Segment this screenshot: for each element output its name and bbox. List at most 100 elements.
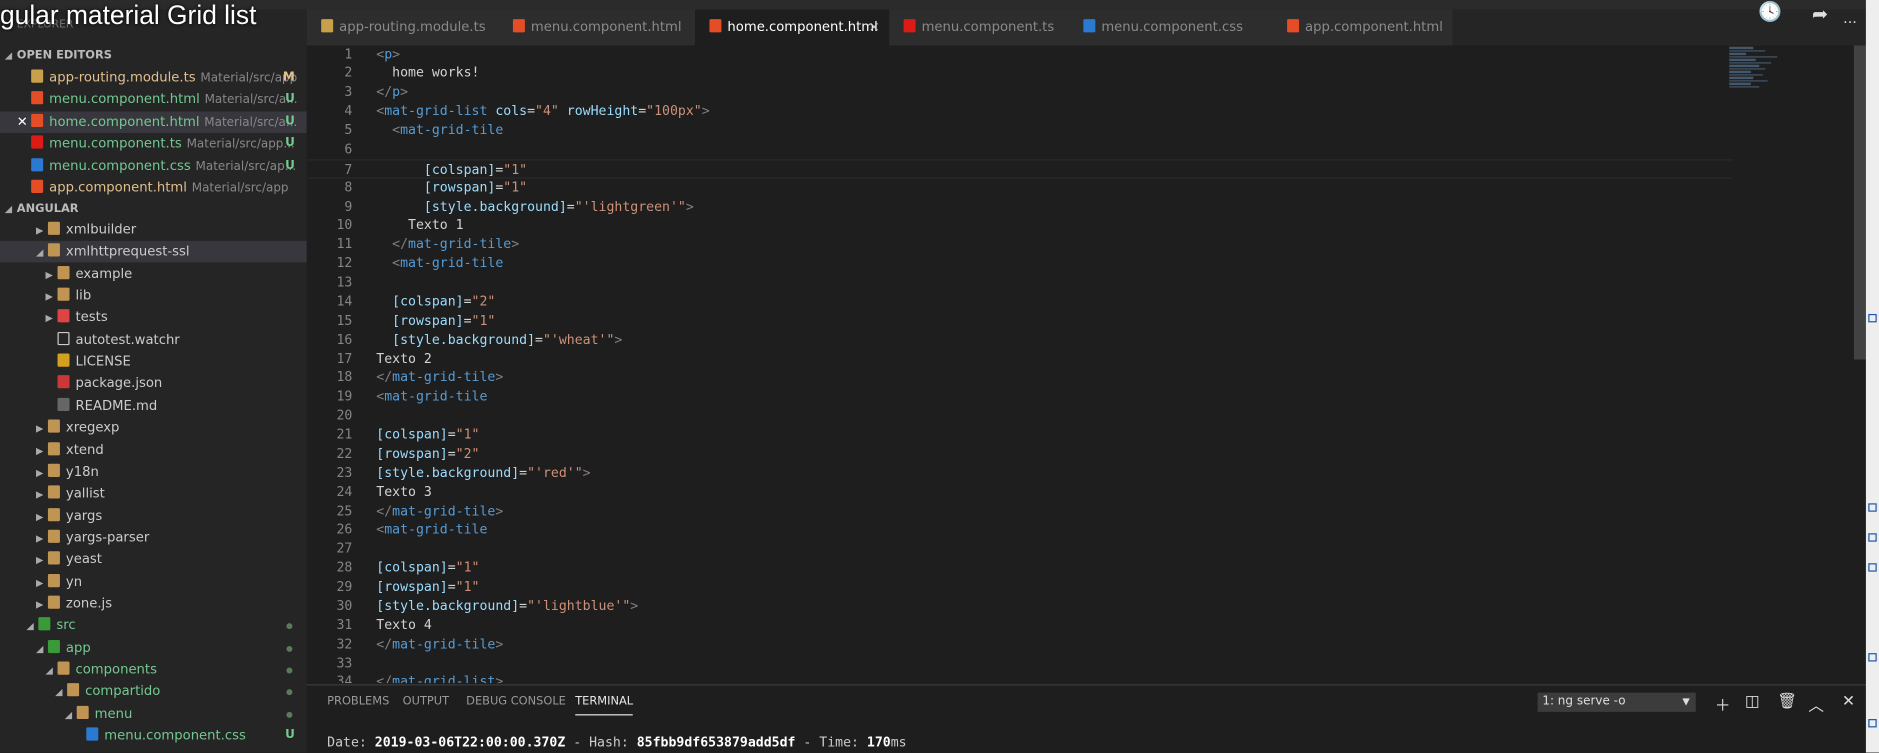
code-line[interactable]: 18 </mat-grid-tile>	[307, 368, 1733, 387]
code-line[interactable]: 5 <mat-grid-tile	[307, 121, 1733, 140]
tree-item-xmlbuilder[interactable]: ▶ xmlbuilder	[0, 219, 307, 241]
close-panel-icon[interactable]: ✕	[1842, 693, 1855, 711]
tab-app-component-html[interactable]: app.component.html	[1272, 9, 1453, 46]
tree-item-license[interactable]: LICENSE	[0, 351, 307, 373]
editor-scrollbar[interactable]	[1853, 45, 1866, 360]
tree-item-yallist[interactable]: ▶ yallist	[0, 483, 307, 505]
code-editor[interactable]: 1 <p> 2 home works! 3 </p> 4 <mat-grid-list co…	[306, 45, 1853, 684]
code-token: <	[392, 255, 401, 271]
tree-item-yargs-parser[interactable]: ▶ yargs-parser	[0, 527, 307, 549]
code-line[interactable]: 21 [colspan]="1"	[307, 425, 1733, 444]
tree-item-src[interactable]: ◢ src	[0, 615, 307, 637]
code-line[interactable]: 19 <mat-grid-tile	[307, 387, 1733, 406]
line-number: 18	[336, 369, 353, 386]
code-line[interactable]: 15 [rowspan]="1"	[307, 311, 1733, 330]
code-line[interactable]: 26 <mat-grid-tile	[307, 521, 1733, 540]
tree-item-readme-md[interactable]: README.md	[0, 395, 307, 417]
tab-app-routing-module-ts[interactable]: app-routing.module.ts	[306, 9, 499, 46]
tree-item-package-json[interactable]: package.json	[0, 373, 307, 395]
tree-item-lib[interactable]: ▶ lib	[0, 285, 307, 307]
new-terminal-icon[interactable]: ＋	[1715, 693, 1731, 715]
code-line[interactable]: 10 Texto 1	[307, 216, 1733, 235]
code-token: Texto 4	[376, 616, 432, 633]
open-editor-item[interactable]: menu.component.ts Material/src/app... U	[0, 133, 307, 155]
code-line[interactable]: 32 </mat-grid-tile>	[307, 635, 1733, 654]
code-line[interactable]: 4 <mat-grid-list cols="4" rowHeight="100p…	[307, 102, 1733, 121]
share-icon[interactable]: ➦	[1812, 2, 1828, 25]
open-editor-item[interactable]: app-routing.module.ts Material/src/app M	[0, 67, 307, 89]
tab-problems[interactable]: PROBLEMS	[327, 695, 389, 708]
tree-item-xregexp[interactable]: ▶ xregexp	[0, 417, 307, 439]
terminal-select[interactable]: 1: ng serve -o ▼	[1537, 692, 1696, 712]
code-line[interactable]: 1 <p>	[307, 46, 1733, 65]
code-line[interactable]: 16 [style.background]="'wheat'">	[307, 330, 1733, 349]
terminal-output[interactable]: Date: 2019-03-06T22:00:00.370Z - Hash: 8…	[327, 735, 906, 751]
tree-item-components[interactable]: ◢ components	[0, 659, 307, 681]
tree-item-app[interactable]: ◢ app	[0, 637, 307, 659]
tab-terminal[interactable]: TERMINAL	[575, 695, 634, 716]
tree-item-yeast[interactable]: ▶ yeast	[0, 549, 307, 571]
code-line[interactable]: 29 [rowspan]="1"	[307, 578, 1733, 597]
split-terminal-icon[interactable]: ◫	[1745, 693, 1760, 711]
maximize-panel-icon[interactable]: ︿	[1808, 693, 1824, 715]
code-line[interactable]: 7 [colspan]="1"	[306, 159, 1733, 179]
open-editors-header[interactable]: ◢ OPEN EDITORS	[0, 46, 307, 68]
chevron-right-icon: ▶	[35, 577, 44, 588]
tree-item-menu-component-css[interactable]: menu.component.css U	[0, 725, 307, 747]
bottom-panel: PROBLEMS OUTPUT DEBUG CONSOLE TERMINAL 1…	[306, 684, 1866, 753]
tree-item-compartido[interactable]: ◢ compartido	[0, 681, 307, 703]
code-line[interactable]: 30 [style.background]="'lightblue'">	[307, 597, 1733, 616]
code-line[interactable]: 24 Texto 3	[307, 483, 1733, 502]
code-line[interactable]: 12 <mat-grid-tile	[307, 254, 1733, 273]
code-line[interactable]: 6	[307, 140, 1733, 159]
tab-menu-component-html[interactable]: menu.component.html	[498, 9, 696, 46]
open-editor-item[interactable]: app.component.html Material/src/app	[0, 177, 307, 199]
code-line[interactable]: 27	[307, 540, 1733, 559]
code-token: =	[495, 161, 504, 178]
code-line[interactable]: 25 </mat-grid-tile>	[307, 502, 1733, 521]
code-line[interactable]: 23 [style.background]="'red'">	[307, 463, 1733, 482]
open-editor-item[interactable]: menu.component.css Material/src/ap... U	[0, 155, 307, 177]
code-line[interactable]: 28 [colspan]="1"	[307, 559, 1733, 578]
code-line[interactable]: 3 </p>	[307, 83, 1733, 102]
code-line[interactable]: 34 </mat-grid-list>	[307, 673, 1733, 683]
code-line[interactable]: 2 home works!	[307, 64, 1733, 83]
code-token: >	[614, 331, 623, 348]
open-editor-item[interactable]: ✕ home.component.html Material/src/a... U	[0, 111, 307, 133]
tab-debug-console[interactable]: DEBUG CONSOLE	[466, 695, 566, 708]
tree-item-tests[interactable]: ▶ tests	[0, 307, 307, 329]
code-line[interactable]: 31 Texto 4	[307, 616, 1733, 635]
clock-icon[interactable]: 🕓	[1758, 0, 1782, 23]
tab-menu-component-ts[interactable]: menu.component.ts	[889, 9, 1069, 46]
minimap[interactable]	[1729, 46, 1789, 118]
code-line[interactable]: 17 Texto 2	[307, 349, 1733, 368]
tree-item-example[interactable]: ▶ example	[0, 263, 307, 285]
tree-item-y18n[interactable]: ▶ y18n	[0, 461, 307, 483]
tree-item-yargs[interactable]: ▶ yargs	[0, 505, 307, 527]
tab-output[interactable]: OUTPUT	[403, 695, 449, 708]
code-line[interactable]: 33	[307, 654, 1733, 673]
tree-item-xtend[interactable]: ▶ xtend	[0, 439, 307, 461]
close-tab-icon[interactable]: ×	[869, 10, 880, 46]
trash-icon[interactable]: 🗑	[1777, 693, 1797, 711]
code-line[interactable]: 9 [style.background]="'lightgreen'">	[307, 197, 1733, 216]
code-line[interactable]: 11 </mat-grid-tile>	[307, 235, 1733, 254]
tree-item-xmlhttprequest-ssl[interactable]: ◢ xmlhttprequest-ssl	[0, 241, 307, 263]
code-line[interactable]: 22 [rowspan]="2"	[307, 444, 1733, 463]
code-line[interactable]: 14 [colspan]="2"	[307, 292, 1733, 311]
more-actions-icon[interactable]: ...	[1843, 10, 1857, 27]
tree-item-yn[interactable]: ▶ yn	[0, 571, 307, 593]
folder-icon	[47, 243, 60, 257]
tab-home-component-html[interactable]: home.component.html ×	[695, 9, 890, 46]
angular-folder-header[interactable]: ◢ ANGULAR	[0, 199, 307, 221]
open-editor-item[interactable]: menu.component.html Material/src/a... U	[0, 89, 307, 111]
tree-item-autotest-watchr[interactable]: autotest.watchr	[0, 329, 307, 351]
tab-menu-component-css[interactable]: menu.component.css	[1068, 9, 1273, 46]
tree-item-menu[interactable]: ◢ menu	[0, 703, 307, 725]
close-icon[interactable]: ✕	[17, 111, 31, 133]
code-line[interactable]: 13	[307, 273, 1733, 292]
code-line[interactable]: 20	[307, 406, 1733, 425]
chevron-right-icon: ▶	[35, 533, 44, 544]
tree-item-zone-js[interactable]: ▶ zone.js	[0, 593, 307, 615]
code-line[interactable]: 8 [rowspan]="1"	[307, 178, 1733, 197]
